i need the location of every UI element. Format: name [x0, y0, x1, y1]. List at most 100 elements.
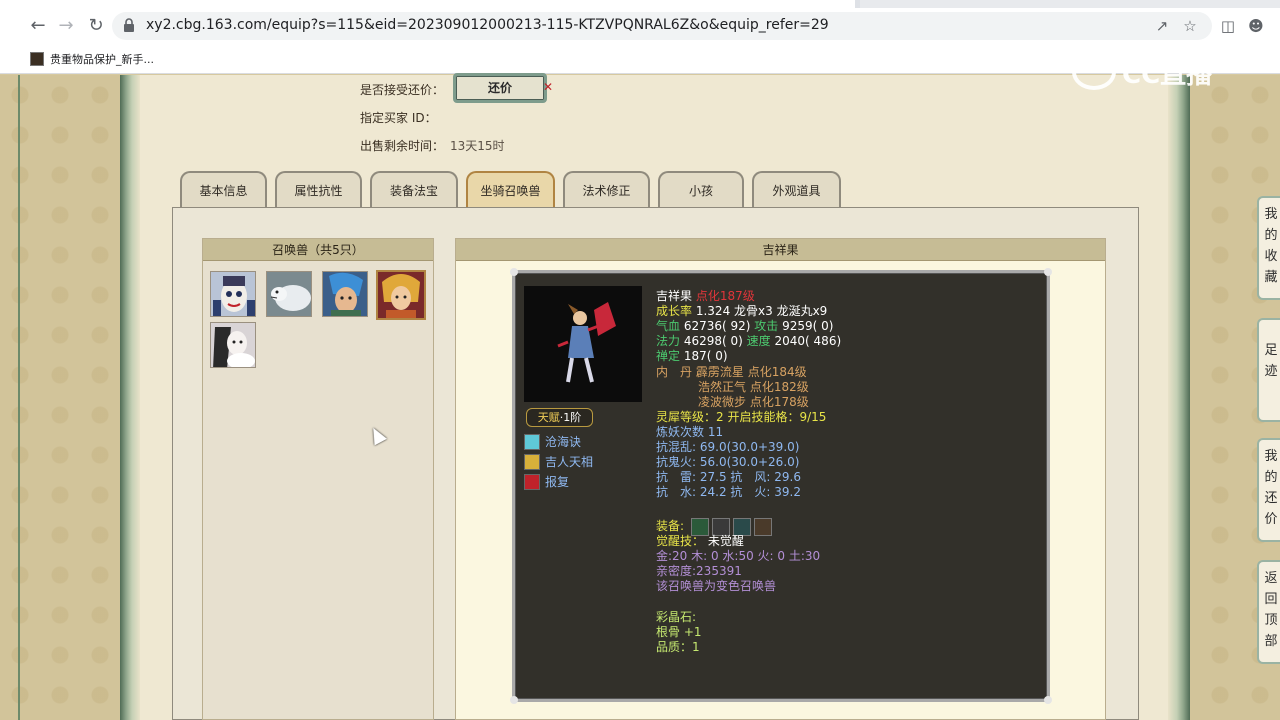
- equip-slot-2-icon[interactable]: [711, 517, 730, 536]
- talent-badge: 天赋·1阶: [526, 408, 593, 427]
- pet-portrait: [524, 286, 642, 402]
- equip-slot-3-icon[interactable]: [732, 517, 751, 536]
- res-chaos-label: 抗混乱:: [656, 440, 697, 454]
- address-bar[interactable]: xy2.cbg.163.com/equip?s=115&eid=20230901…: [112, 12, 1212, 40]
- quality-row: 品质：1: [656, 640, 700, 654]
- spd-label: 速度: [746, 334, 771, 348]
- pet-thumb-5[interactable]: [210, 322, 256, 368]
- left-border-decor: [120, 75, 140, 720]
- zen-label: 禅定: [656, 349, 681, 363]
- inactive-browser-tab[interactable]: [860, 0, 1280, 8]
- tab-attributes[interactable]: 属性抗性: [275, 171, 362, 209]
- share-icon[interactable]: ↗: [1152, 16, 1172, 36]
- zen-value: 187( 0): [683, 349, 728, 363]
- active-browser-tab[interactable]: [0, 0, 855, 8]
- accept-counter-label: 是否接受还价：: [360, 83, 445, 97]
- side-tab-label: 我的还价: [1264, 449, 1278, 527]
- profile-icon[interactable]: ☻: [1246, 16, 1266, 36]
- side-tab-my-counter-offers[interactable]: 我的还价: [1257, 438, 1280, 542]
- pet-thumb-4-selected[interactable]: [376, 270, 426, 320]
- equip-slot-4-icon[interactable]: [753, 517, 772, 536]
- side-tab-label: 我的收藏: [1264, 207, 1278, 285]
- neidan-row-3: 凌波微步 点化178级: [698, 395, 809, 410]
- equip-slot-1-icon[interactable]: [690, 517, 709, 536]
- pet-thumb-3[interactable]: [322, 271, 368, 317]
- skill-canghaijue-icon: [524, 433, 540, 450]
- reload-icon[interactable]: ↻: [84, 14, 108, 38]
- res-ghost-label: 抗鬼火:: [656, 455, 697, 469]
- variant-note: 该召唤兽为变色召唤兽: [656, 579, 777, 593]
- lingxi-row: 灵犀等级：2 开启技能格：9/15: [656, 410, 827, 424]
- cc-logo-icon: [1072, 54, 1116, 90]
- awaken-label: 觉醒技：: [656, 534, 705, 548]
- awaken-row: 觉醒技： 未觉醒: [656, 534, 744, 549]
- right-border-decor: [1168, 75, 1190, 720]
- awaken-value: 未觉醒: [707, 534, 744, 548]
- skill-item-baofu[interactable]: 报复: [524, 473, 569, 490]
- lianyao-row: 炼妖次数 11: [656, 425, 723, 440]
- skill-jirentianxiang-icon: [524, 453, 540, 470]
- watermark-text: CC直播: [1122, 59, 1213, 90]
- res-chaos-value: 69.0(30.0+39.0): [699, 440, 800, 454]
- hp-label: 气血: [656, 319, 681, 333]
- bookmark-label: 贵重物品保护_新手...: [50, 53, 154, 66]
- gengu-row: 根骨 +1: [656, 625, 702, 639]
- atk-value: 9259( 0): [782, 319, 834, 333]
- side-tab-my-favorites[interactable]: 我的收藏: [1257, 196, 1280, 300]
- talent-level: ·1阶: [559, 411, 582, 424]
- tab-spell-modify[interactable]: 法术修正: [563, 171, 650, 209]
- neidan-row-1: 内 丹 霹雳流星 点化184级: [656, 365, 807, 380]
- growth-value: 1.324 龙骨x3 龙涎丸x9: [695, 304, 828, 318]
- res-ghost-row: 抗鬼火: 56.0(30.0+26.0): [656, 455, 799, 470]
- sidebar-toggle-icon[interactable]: ◫: [1218, 16, 1238, 36]
- pet-name-row: 吉祥果 点化187级: [656, 289, 755, 304]
- tab-child[interactable]: 小孩: [658, 171, 744, 209]
- side-tab-back-to-top[interactable]: 返回顶部: [1257, 560, 1280, 664]
- spd-value: 2040( 486): [774, 334, 842, 348]
- pet-name-level: 点化187级: [695, 289, 755, 303]
- remaining-time-value: 13天15时: [450, 139, 505, 153]
- bookmark-item[interactable]: 贵重物品保护_新手...: [30, 50, 154, 68]
- neidan-level: 点化178级: [749, 395, 809, 409]
- tab-equipment[interactable]: 装备法宝: [370, 171, 458, 209]
- growth-row: 成长率 1.324 龙骨x3 龙涎丸x9: [656, 304, 827, 319]
- zen-row: 禅定 187( 0): [656, 349, 728, 364]
- counter-offer-button[interactable]: 还价: [453, 73, 547, 103]
- res-row-water-fire: 抗 水: 24.2 抗 火: 39.2: [656, 485, 801, 499]
- growth-label: 成长率: [656, 304, 693, 318]
- browser-toolbar: ← → ↻ xy2.cbg.163.com/equip?s=115&eid=20…: [0, 8, 1280, 44]
- hp-value: 62736( 92): [683, 319, 751, 333]
- mp-spd-row: 法力 46298( 0) 速度 2040( 486): [656, 334, 841, 349]
- tab-appearance[interactable]: 外观道具: [752, 171, 841, 209]
- tab-mounts-pets[interactable]: 坐骑召唤兽: [466, 171, 555, 209]
- skill-item-canghaijue[interactable]: 沧海诀: [524, 433, 581, 450]
- pet-detail-header: 吉祥果: [456, 239, 1105, 261]
- talent-label: 天赋: [537, 411, 560, 424]
- forward-arrow-icon[interactable]: →: [54, 14, 78, 38]
- skill-label: 沧海诀: [545, 435, 582, 449]
- lianyao-label: 炼妖次数: [656, 425, 705, 439]
- pet-name: 吉祥果: [656, 289, 693, 303]
- counter-close-icon[interactable]: ✕: [543, 80, 553, 94]
- lock-icon: [124, 18, 134, 32]
- side-tab-label: 返回顶部: [1264, 571, 1278, 649]
- mp-value: 46298( 0): [683, 334, 743, 348]
- neidan-label: 内 丹: [656, 365, 693, 379]
- side-tab-label: 足迹: [1264, 343, 1278, 379]
- equip-row: 装备:: [656, 516, 772, 536]
- stream-watermark: CC直播: [1072, 50, 1242, 94]
- pet-thumb-2[interactable]: [266, 271, 312, 317]
- pet-thumb-1[interactable]: [210, 271, 256, 317]
- neidan-level: 点化184级: [747, 365, 807, 379]
- mp-label: 法力: [656, 334, 681, 348]
- buyer-id-label: 指定买家 ID：: [360, 111, 437, 125]
- side-tab-footprint[interactable]: 足迹: [1257, 318, 1280, 422]
- skill-item-jirentianxiang[interactable]: 吉人天相: [524, 453, 593, 470]
- bookmark-favicon-icon: [30, 52, 44, 66]
- browser-tab-strip: [0, 0, 1280, 8]
- tab-basic-info[interactable]: 基本信息: [180, 171, 267, 209]
- back-arrow-icon[interactable]: ←: [26, 14, 50, 38]
- lianyao-value: 11: [707, 425, 724, 439]
- star-icon[interactable]: ☆: [1180, 16, 1200, 36]
- res-row-thunder-wind: 抗 雷: 27.5 抗 风: 29.6: [656, 470, 801, 484]
